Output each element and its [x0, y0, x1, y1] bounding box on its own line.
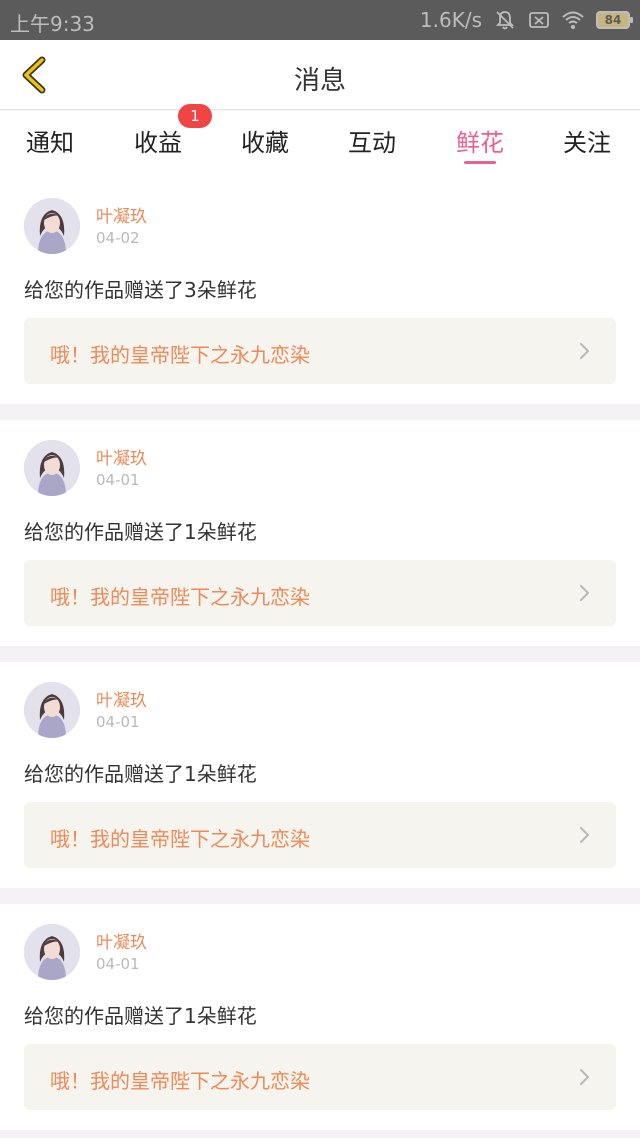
chevron-right-icon — [580, 1069, 589, 1085]
chevron-right-icon — [580, 343, 589, 359]
sim-x-icon — [529, 12, 549, 28]
message-item: 叶凝玖 04-02 给您的作品赠送了3朵鲜花 哦！我的皇帝陛下之永九恋染 — [0, 178, 640, 404]
net-speed: 1.6K/s — [419, 8, 482, 32]
wifi-icon — [562, 11, 584, 29]
tab-label: 收益 — [134, 129, 182, 157]
message-date: 04-02 — [96, 229, 140, 247]
status-bar: 上午9:33 1.6K/s 84 — [0, 0, 640, 40]
battery-icon: 84 — [596, 11, 633, 29]
sender-name[interactable]: 叶凝玖 — [96, 686, 147, 711]
sender-name[interactable]: 叶凝玖 — [96, 202, 147, 227]
message-text: 给您的作品赠送了1朵鲜花 — [24, 520, 257, 544]
message-item: 叶凝玖 04-01 给您的作品赠送了1朵鲜花 哦！我的皇帝陛下之永九恋染 — [0, 662, 640, 888]
avatar[interactable] — [24, 682, 80, 738]
work-title: 哦！我的皇帝陛下之永九恋染 — [50, 585, 310, 609]
tab-label: 收藏 — [241, 129, 289, 157]
work-link[interactable]: 哦！我的皇帝陛下之永九恋染 — [24, 318, 616, 384]
app-header: 消息 — [0, 40, 640, 110]
message-date: 04-01 — [96, 471, 140, 489]
chevron-right-icon — [580, 585, 589, 601]
tab-bar: 通知 收益 1 收藏 互动 鲜花 关注 — [0, 104, 640, 178]
sender-name[interactable]: 叶凝玖 — [96, 444, 147, 469]
tab-label: 关注 — [563, 129, 611, 157]
message-item: 叶凝玖 04-01 给您的作品赠送了1朵鲜花 哦！我的皇帝陛下之永九恋染 — [0, 904, 640, 1130]
tab-label: 鲜花 — [456, 129, 504, 157]
work-title: 哦！我的皇帝陛下之永九恋染 — [50, 343, 310, 367]
tab-notifications[interactable]: 通知 — [26, 111, 74, 178]
message-date: 04-01 — [96, 713, 140, 731]
avatar[interactable] — [24, 198, 80, 254]
work-title: 哦！我的皇帝陛下之永九恋染 — [50, 1069, 310, 1093]
message-item: 叶凝玖 04-01 给您的作品赠送了1朵鲜花 哦！我的皇帝陛下之永九恋染 — [0, 420, 640, 646]
message-text: 给您的作品赠送了1朵鲜花 — [24, 762, 257, 786]
work-title: 哦！我的皇帝陛下之永九恋染 — [50, 827, 310, 851]
tab-label: 通知 — [26, 129, 74, 157]
tab-label: 互动 — [348, 129, 396, 157]
tab-favorites[interactable]: 收藏 — [241, 111, 289, 178]
mute-bell-icon — [495, 11, 515, 30]
page-title: 消息 — [293, 66, 346, 96]
work-link[interactable]: 哦！我的皇帝陛下之永九恋染 — [24, 802, 616, 868]
message-text: 给您的作品赠送了3朵鲜花 — [24, 278, 257, 302]
tab-earnings[interactable]: 收益 1 — [134, 104, 212, 178]
tab-interactions[interactable]: 互动 — [348, 111, 396, 178]
tab-flowers[interactable]: 鲜花 — [456, 111, 504, 178]
avatar[interactable] — [24, 440, 80, 496]
status-time: 上午9:33 — [10, 12, 95, 36]
avatar[interactable] — [24, 924, 80, 980]
status-icons: 1.6K/s 84 — [419, 8, 633, 32]
tab-follows[interactable]: 关注 — [563, 111, 611, 178]
active-tab-indicator — [464, 161, 496, 164]
sender-name[interactable]: 叶凝玖 — [96, 928, 147, 953]
work-link[interactable]: 哦！我的皇帝陛下之永九恋染 — [24, 560, 616, 626]
chevron-right-icon — [580, 827, 589, 843]
work-link[interactable]: 哦！我的皇帝陛下之永九恋染 — [24, 1044, 616, 1110]
message-text: 给您的作品赠送了1朵鲜花 — [24, 1004, 257, 1028]
unread-badge: 1 — [178, 104, 212, 128]
message-date: 04-01 — [96, 955, 140, 973]
